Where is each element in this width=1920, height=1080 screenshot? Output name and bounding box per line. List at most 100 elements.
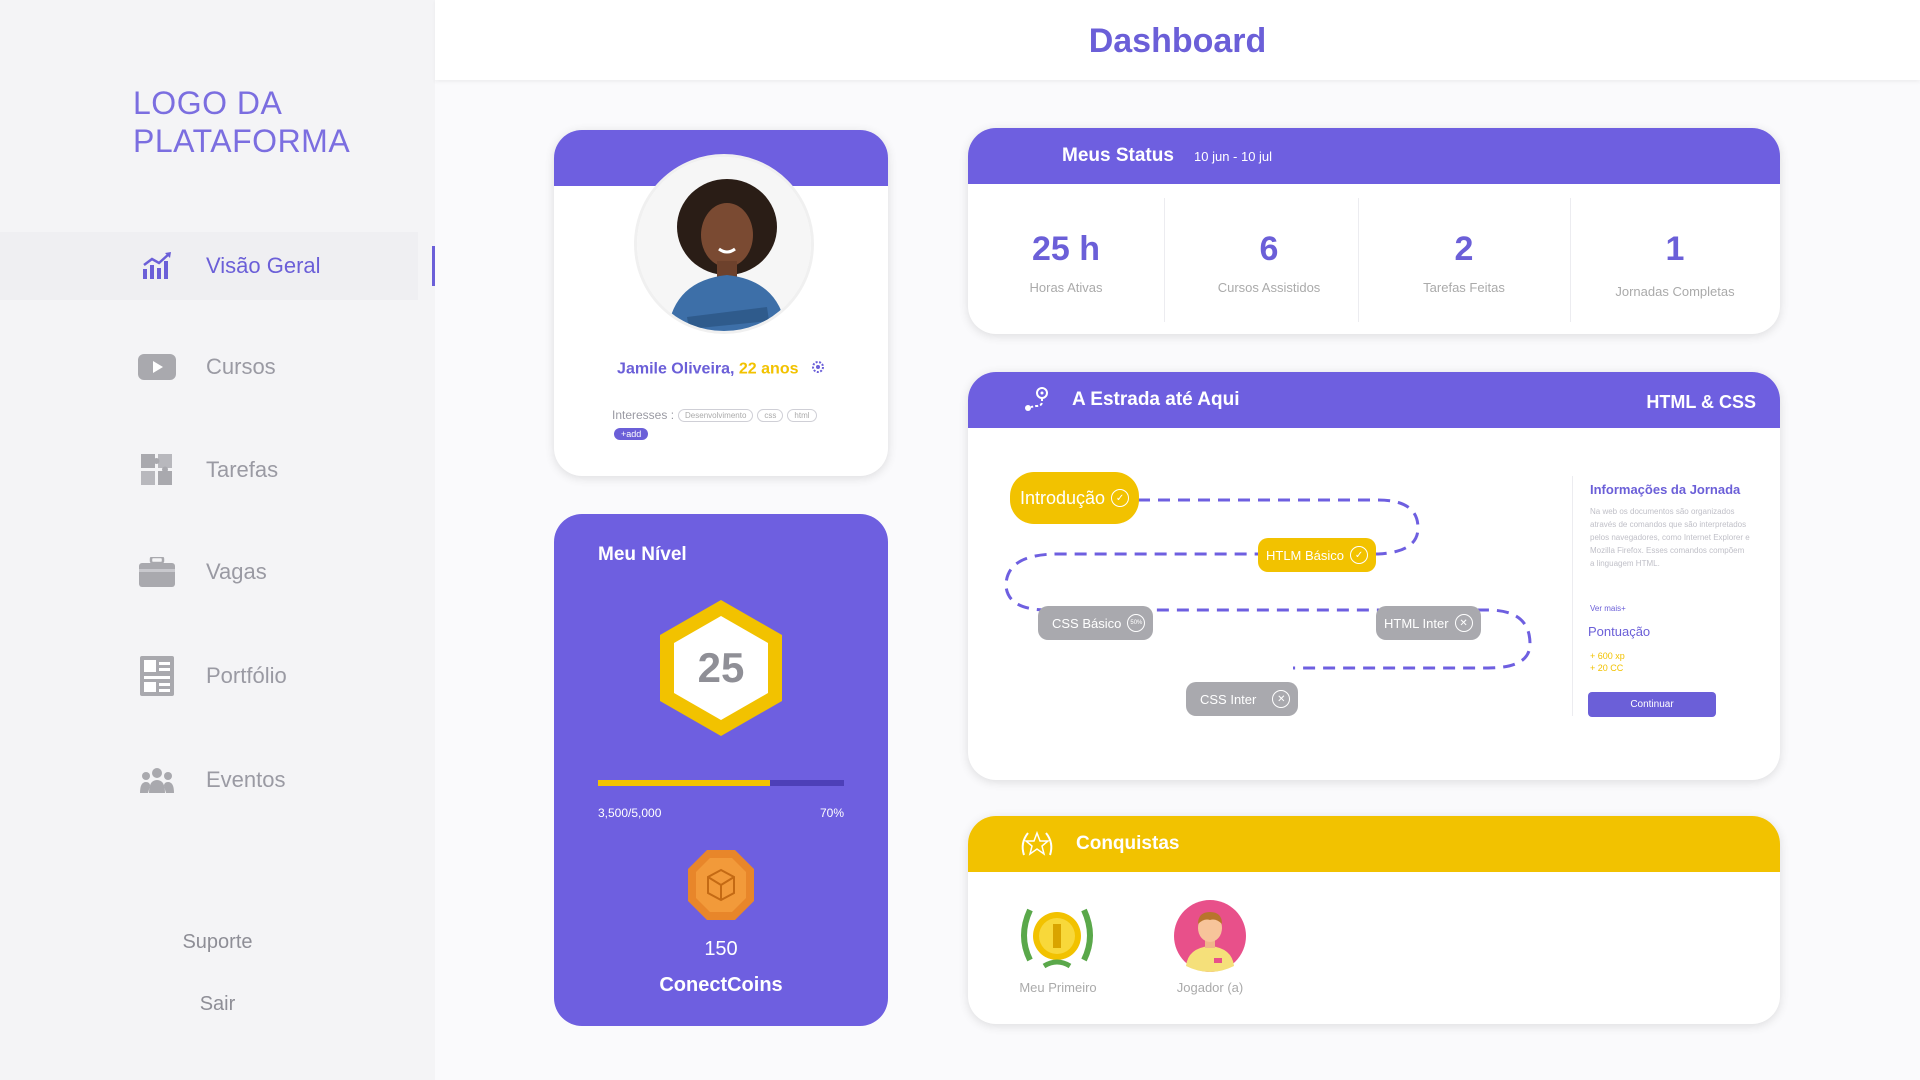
add-interest-button[interactable]: +add	[614, 428, 649, 440]
node-label: CSS Básico	[1052, 615, 1122, 631]
stat-label: Horas Ativas	[1029, 280, 1103, 295]
journey-node-html-inter[interactable]: HTML Inter ✕	[1376, 606, 1481, 640]
check-icon: ✓	[1350, 546, 1369, 564]
interest-tag[interactable]: html	[787, 408, 817, 422]
interest-tag[interactable]: css	[757, 408, 784, 422]
progress-badge: 50%	[1127, 614, 1146, 632]
settings-icon[interactable]	[811, 360, 825, 379]
node-label: Introdução	[1020, 487, 1106, 508]
header: Dashboard	[435, 0, 1920, 80]
stat-value: 2	[1454, 230, 1474, 268]
sidebar-item-label: Visão Geral	[206, 253, 321, 278]
avatar[interactable]	[634, 154, 814, 334]
support-link[interactable]: Suporte	[0, 931, 435, 954]
interest-tag[interactable]: Desenvolvimento	[678, 408, 754, 422]
sidebar-item-label: Eventos	[206, 767, 286, 792]
score-label: Pontuação	[1588, 624, 1651, 639]
profile-card: Jamile Oliveira, 22 anos Interesses : De…	[554, 130, 888, 476]
journey-card: A Estrada até Aqui HTML & CSS Introdução…	[968, 372, 1780, 780]
badge-player[interactable]	[1174, 900, 1246, 977]
lock-icon: ✕	[1454, 614, 1473, 632]
sidebar-item-cursos[interactable]: Cursos	[0, 333, 418, 401]
journey-info-title: Informações da Jornada	[1590, 482, 1741, 497]
play-icon	[138, 348, 176, 386]
sidebar: LOGO DA PLATAFORMA Visão Geral Cursos Ta…	[0, 0, 435, 1080]
badge-first[interactable]	[1018, 900, 1096, 977]
stat-label: Jornadas Completas	[1615, 284, 1735, 299]
laurel-icon	[1018, 827, 1056, 866]
stat-journeys: 1 Jornadas Completas	[1570, 184, 1780, 326]
status-date-range[interactable]: 10 jun - 10 jul	[1194, 149, 1272, 164]
stat-courses: 6 Cursos Assistidos	[1164, 184, 1374, 326]
journey-node-intro[interactable]: Introdução ✓	[1010, 472, 1140, 524]
level-progress-bar	[598, 780, 844, 786]
cc-value: + 20 CC	[1590, 663, 1624, 673]
coins-label: ConectCoins	[659, 974, 783, 996]
stat-label: Cursos Assistidos	[1217, 280, 1321, 295]
sidebar-item-portfolio[interactable]: Portfólio	[0, 642, 418, 710]
active-indicator	[432, 246, 435, 286]
level-card: Meu Nível 25 3,500/5,000 70% 150 ConectC…	[554, 514, 888, 1026]
sidebar-item-label: Portfólio	[206, 663, 287, 688]
divider	[1572, 476, 1573, 716]
journey-node-css-inter[interactable]: CSS Inter ✕	[1186, 682, 1299, 716]
level-progress-percent: 70%	[819, 806, 844, 820]
achievements-title: Conquistas	[1076, 833, 1180, 854]
node-label: CSS Inter	[1200, 691, 1257, 707]
stat-label: Tarefas Feitas	[1423, 280, 1505, 295]
sidebar-item-label: Vagas	[206, 559, 267, 584]
level-progress-fill	[598, 780, 771, 786]
sidebar-item-eventos[interactable]: Eventos	[0, 746, 418, 814]
route-icon	[1022, 386, 1050, 419]
sidebar-item-label: Tarefas	[206, 457, 279, 482]
sidebar-item-visao-geral[interactable]: Visão Geral	[0, 232, 418, 300]
logout-link[interactable]: Sair	[0, 993, 435, 1016]
puzzle-icon	[138, 451, 176, 489]
journey-node-html-basico[interactable]: HTLM Básico ✓	[1258, 538, 1377, 572]
status-title: Meus Status	[1062, 145, 1174, 166]
score-values: + 600 xp + 20 CC	[1590, 650, 1625, 674]
sidebar-item-vagas[interactable]: Vagas	[0, 538, 418, 606]
node-label: HTML Inter	[1384, 615, 1449, 631]
platform-logo[interactable]: LOGO DA PLATAFORMA	[133, 84, 350, 160]
journey-card-header: A Estrada até Aqui HTML & CSS	[968, 372, 1780, 428]
profile-age: 22 anos	[738, 360, 799, 378]
journey-title: A Estrada até Aqui	[1072, 389, 1240, 410]
chart-icon	[138, 247, 176, 285]
check-icon: ✓	[1111, 489, 1130, 507]
lock-icon: ✕	[1272, 690, 1291, 708]
interests-label: Interesses :	[612, 408, 675, 422]
badge-label: Jogador (a)	[1176, 980, 1244, 995]
profile-name-text: Jamile Oliveira,	[617, 360, 735, 378]
stat-value: 25 h	[1031, 230, 1101, 268]
level-progress-text: 3,500/5,000	[598, 806, 662, 820]
page-title: Dashboard	[1088, 22, 1267, 60]
journey-node-css-basico[interactable]: CSS Básico 50%	[1038, 606, 1154, 640]
stat-value: 6	[1259, 230, 1279, 268]
stat-value: 1	[1665, 230, 1685, 268]
coin-icon	[686, 848, 756, 927]
interests-row: Interesses : Desenvolvimento css html	[612, 408, 817, 422]
xp-value: + 600 xp	[1590, 651, 1625, 661]
coins-value: 150	[704, 938, 738, 960]
stat-tasks: 2 Tarefas Feitas	[1358, 184, 1570, 326]
badge-label: Meu Primeiro	[1019, 980, 1097, 995]
briefcase-icon	[138, 553, 176, 591]
journey-info-description: Na web os documentos são organizados atr…	[1590, 507, 1750, 568]
see-more-link[interactable]: Ver mais+	[1590, 604, 1626, 613]
level-hexagon: 25	[654, 598, 788, 738]
node-label: HTLM Básico	[1266, 547, 1345, 563]
portfolio-icon	[138, 656, 176, 696]
achievements-card-header: Conquistas	[968, 816, 1780, 872]
people-icon	[138, 761, 176, 799]
status-card-header: Meus Status 10 jun - 10 jul	[968, 128, 1780, 184]
sidebar-item-label: Cursos	[206, 354, 276, 379]
continue-button[interactable]: Continuar	[1588, 692, 1716, 717]
status-card: Meus Status 10 jun - 10 jul 25 h Horas A…	[968, 128, 1780, 334]
profile-name: Jamile Oliveira, 22 anos	[554, 360, 888, 379]
sidebar-item-tarefas[interactable]: Tarefas	[0, 436, 418, 504]
achievements-card: Conquistas Meu Primeiro Jogador (a)	[968, 816, 1780, 1024]
stat-hours: 25 h Horas Ativas	[968, 184, 1164, 326]
level-value: 25	[697, 644, 745, 691]
journey-track[interactable]: HTML & CSS	[1646, 392, 1756, 413]
